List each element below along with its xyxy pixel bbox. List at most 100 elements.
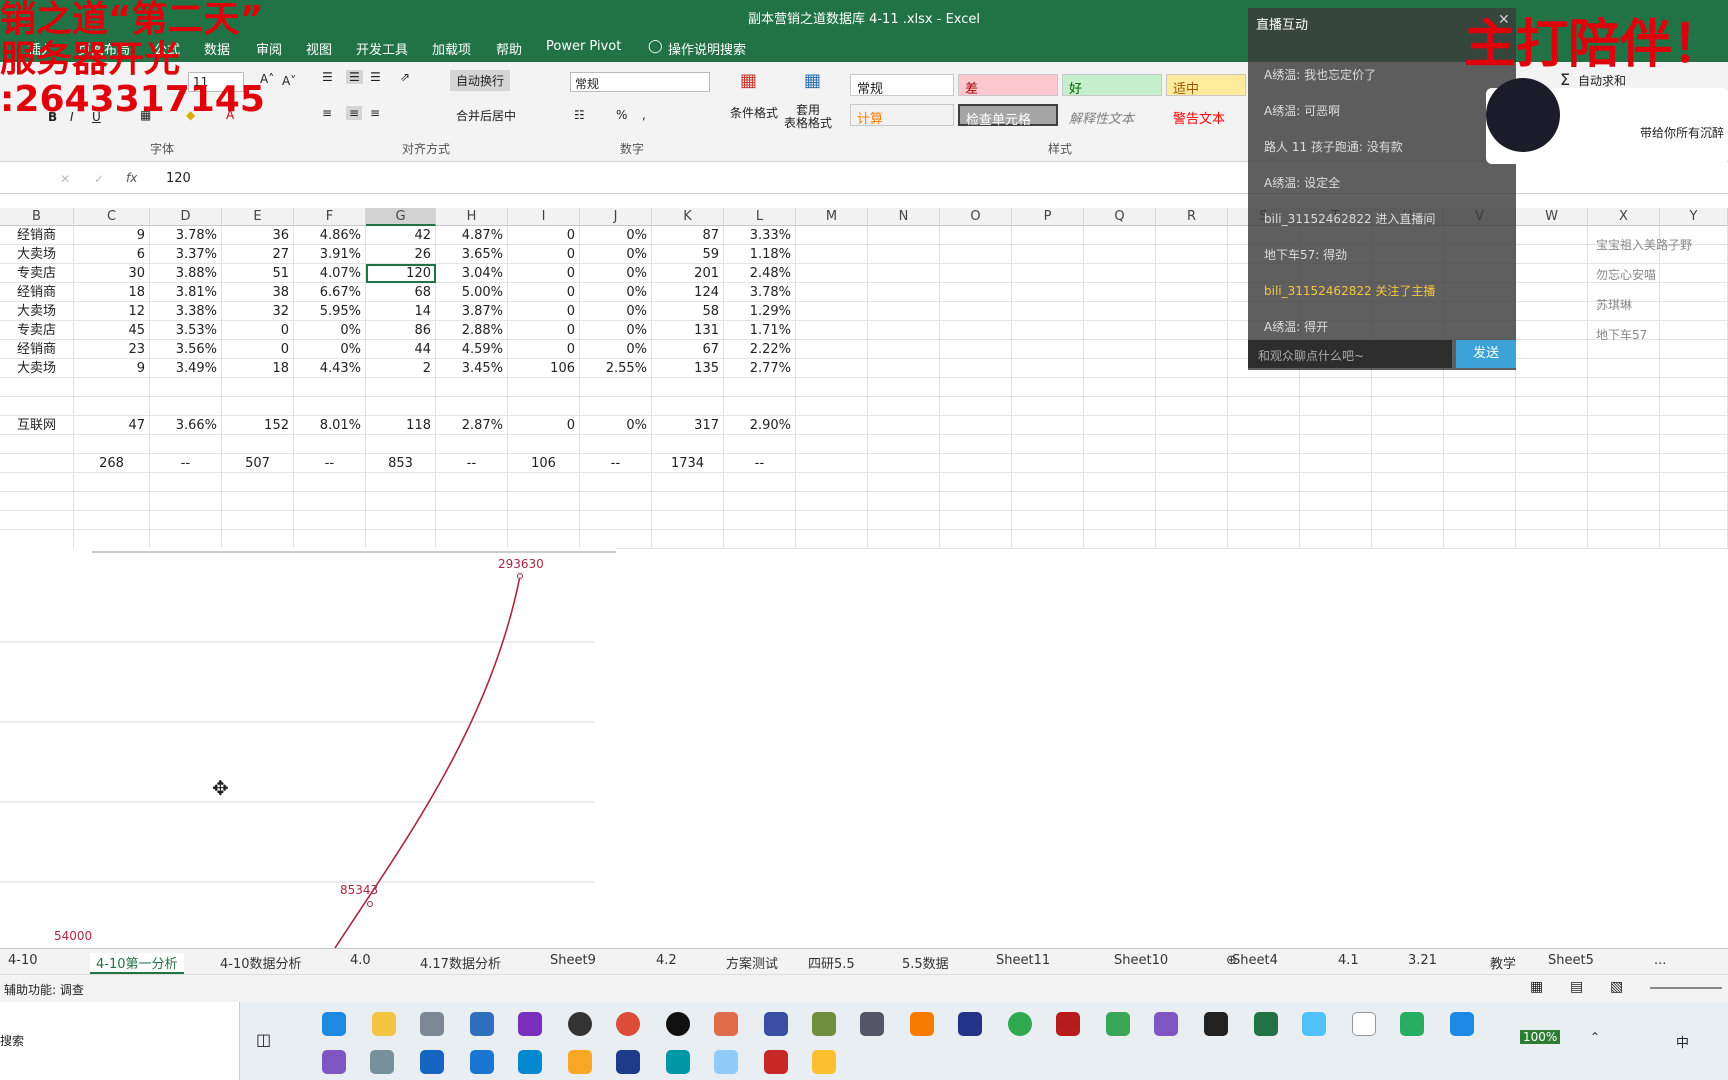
page-layout-view-icon[interactable]: ▤: [1570, 979, 1583, 995]
cell[interactable]: [1444, 511, 1516, 530]
app6-icon[interactable]: [860, 1012, 884, 1036]
cell[interactable]: [1156, 492, 1228, 511]
cell[interactable]: [940, 264, 1012, 283]
cell[interactable]: 0: [508, 416, 580, 435]
cell[interactable]: 3.49%: [150, 359, 222, 378]
cell[interactable]: 3.38%: [150, 302, 222, 321]
cell[interactable]: [1156, 245, 1228, 264]
cell[interactable]: [1516, 473, 1588, 492]
cell[interactable]: [222, 530, 294, 549]
cell[interactable]: [0, 511, 74, 530]
cell[interactable]: 58: [652, 302, 724, 321]
cell[interactable]: [1012, 511, 1084, 530]
cell[interactable]: 3.78%: [724, 283, 796, 302]
sheet-tab[interactable]: 4-10: [8, 953, 38, 968]
cell[interactable]: 106: [508, 359, 580, 378]
cell[interactable]: [1012, 473, 1084, 492]
cell[interactable]: [0, 454, 74, 473]
cell[interactable]: 0%: [580, 321, 652, 340]
sheet-tab[interactable]: 教学: [1490, 953, 1516, 972]
cell[interactable]: [0, 530, 74, 549]
cell[interactable]: [1156, 530, 1228, 549]
cell[interactable]: [366, 530, 436, 549]
style-normal[interactable]: 常规: [850, 74, 954, 97]
cell[interactable]: [1372, 473, 1444, 492]
cell[interactable]: [868, 397, 940, 416]
battery-indicator[interactable]: 100%: [1520, 1030, 1561, 1044]
cell[interactable]: [724, 397, 796, 416]
cell[interactable]: [222, 397, 294, 416]
app10-icon[interactable]: [1302, 1012, 1326, 1036]
cell[interactable]: [1300, 530, 1372, 549]
cell[interactable]: 47: [74, 416, 150, 435]
cell[interactable]: [508, 378, 580, 397]
cell[interactable]: [1012, 264, 1084, 283]
cell[interactable]: [940, 511, 1012, 530]
cell[interactable]: [868, 378, 940, 397]
cell[interactable]: [1300, 397, 1372, 416]
cell[interactable]: 26: [366, 245, 436, 264]
selected-cell[interactable]: 120: [366, 264, 436, 283]
cell[interactable]: [366, 511, 436, 530]
cell[interactable]: [868, 264, 940, 283]
cell[interactable]: [1588, 359, 1660, 378]
cell[interactable]: [796, 492, 868, 511]
cell[interactable]: [508, 397, 580, 416]
cell[interactable]: 853: [366, 454, 436, 473]
cell[interactable]: 经销商: [0, 283, 74, 302]
cell[interactable]: [1444, 435, 1516, 454]
cell[interactable]: [940, 454, 1012, 473]
ime-indicator[interactable]: 中: [1676, 1032, 1689, 1051]
cell[interactable]: [868, 530, 940, 549]
column-header-W[interactable]: W: [1516, 208, 1588, 226]
cell[interactable]: 6.67%: [294, 283, 366, 302]
cell[interactable]: [150, 530, 222, 549]
cell[interactable]: [436, 530, 508, 549]
cell[interactable]: [0, 378, 74, 397]
column-header-B[interactable]: B: [0, 208, 74, 226]
cell[interactable]: [1084, 435, 1156, 454]
tab-help[interactable]: 帮助: [496, 39, 522, 58]
cell[interactable]: [1372, 397, 1444, 416]
cell[interactable]: [1012, 530, 1084, 549]
tab-addins[interactable]: 加载项: [432, 39, 471, 58]
orientation-icon[interactable]: ⇗: [400, 70, 410, 84]
column-header-F[interactable]: F: [294, 208, 366, 226]
cell[interactable]: [580, 397, 652, 416]
cell[interactable]: 经销商: [0, 340, 74, 359]
cell[interactable]: [1372, 454, 1444, 473]
cell[interactable]: [940, 245, 1012, 264]
cell[interactable]: 3.37%: [150, 245, 222, 264]
cell[interactable]: 0: [508, 302, 580, 321]
cell[interactable]: 1.29%: [724, 302, 796, 321]
cell[interactable]: 3.53%: [150, 321, 222, 340]
cell[interactable]: [1084, 283, 1156, 302]
cell[interactable]: 3.45%: [436, 359, 508, 378]
cell[interactable]: 0%: [580, 283, 652, 302]
cell[interactable]: [724, 473, 796, 492]
cell[interactable]: [150, 397, 222, 416]
app3-icon[interactable]: [714, 1012, 738, 1036]
cell[interactable]: 2.22%: [724, 340, 796, 359]
cell[interactable]: [1156, 321, 1228, 340]
align-top-icon[interactable]: ☰: [322, 70, 333, 84]
cell[interactable]: [1300, 473, 1372, 492]
cell[interactable]: 86: [366, 321, 436, 340]
cell[interactable]: 317: [652, 416, 724, 435]
cell[interactable]: 专卖店: [0, 321, 74, 340]
cell[interactable]: [1588, 511, 1660, 530]
cell[interactable]: 4.87%: [436, 226, 508, 245]
number-format-select[interactable]: 常规: [570, 72, 710, 92]
insert-function-button[interactable]: fx: [126, 171, 137, 185]
column-header-P[interactable]: P: [1012, 208, 1084, 226]
cell[interactable]: 3.04%: [436, 264, 508, 283]
cell[interactable]: [1084, 378, 1156, 397]
app7-icon[interactable]: [910, 1012, 934, 1036]
cell[interactable]: [366, 435, 436, 454]
cell[interactable]: [580, 473, 652, 492]
cell[interactable]: [1156, 454, 1228, 473]
cell[interactable]: --: [724, 454, 796, 473]
cell[interactable]: [1156, 264, 1228, 283]
cell[interactable]: [868, 435, 940, 454]
cell[interactable]: [1516, 435, 1588, 454]
